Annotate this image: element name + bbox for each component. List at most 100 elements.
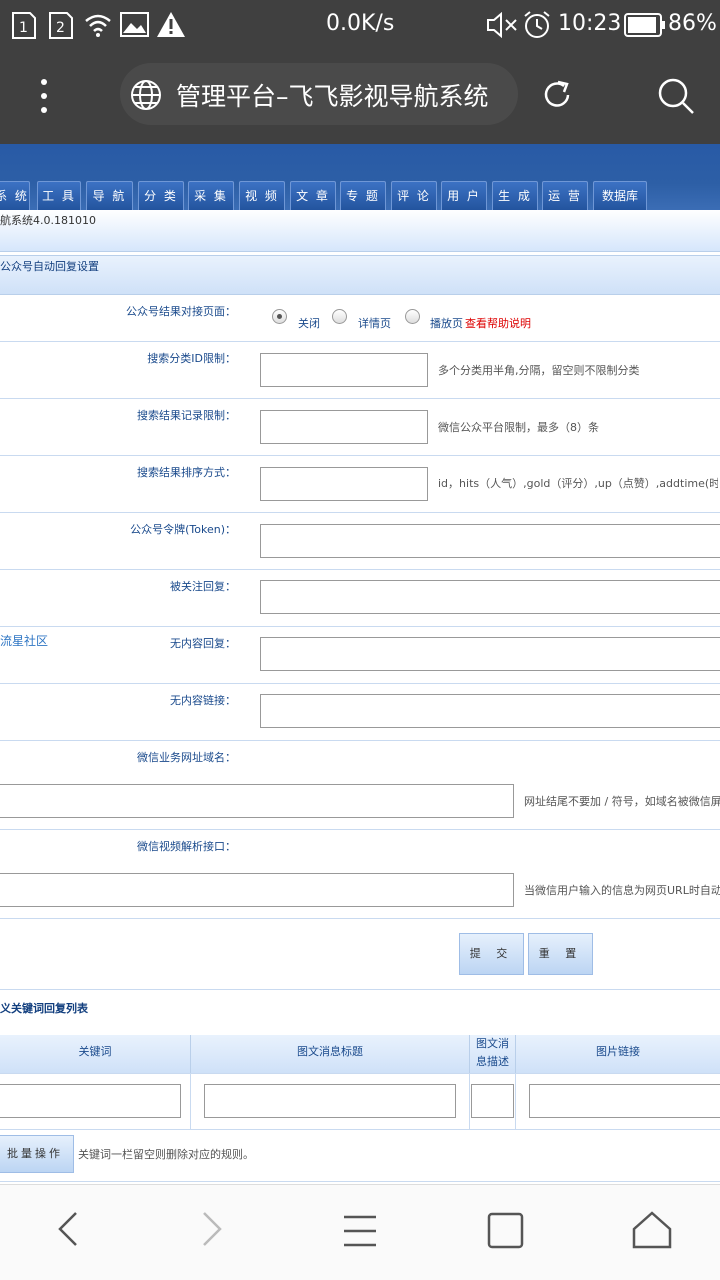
tab-generate[interactable]: 生 成 [492,181,538,210]
radio-play[interactable] [405,309,420,324]
form-row-follow: 被关注回复： [0,570,720,627]
batch-button[interactable]: 批量操作 [0,1135,74,1173]
tabs-icon[interactable] [486,1211,526,1251]
form-row-order: 搜索结果排序方式： id，hits（人气）,gold（评分）,up（点赞）,ad… [0,456,720,513]
menu-dots-icon[interactable] [38,78,50,114]
sim1-icon: 1 [12,12,36,39]
alarm-icon [524,11,550,38]
tab-user[interactable]: 用 户 [441,181,487,210]
refresh-icon[interactable] [540,78,574,112]
wifi-icon [85,14,111,37]
limit-hint: 微信公众平台限制，最多（8）条 [438,421,599,434]
follow-input[interactable] [260,580,720,614]
section-title: 公众号自动回复设置 [0,260,99,273]
clock: 10:23 [558,11,622,36]
follow-label: 被关注回复： [170,580,236,593]
home-icon[interactable] [630,1209,674,1251]
svg-text:2: 2 [56,20,65,36]
col-desc: 图文消 息描述 [470,1035,516,1073]
title-input[interactable] [204,1084,456,1118]
form-row-actions: 提 交 重 置 [0,919,720,990]
col-pic: 图片链接 [516,1035,720,1073]
result-label: 公众号结果对接页面： [126,305,236,318]
sim2-icon: 2 [49,12,73,39]
radio-play-label: 播放页 [430,317,463,330]
cid-label: 搜索分类ID限制： [147,352,236,365]
tab-tools[interactable]: 工 具 [37,181,81,210]
forward-icon[interactable] [196,1209,228,1249]
tab-topic[interactable]: 专 题 [340,181,386,210]
tab-operation[interactable]: 运 营 [542,181,588,210]
tab-video[interactable]: 视 频 [239,181,285,210]
col-desc-line1: 图文消 [476,1037,509,1050]
globe-icon [131,80,161,110]
form-row-domain: 微信业务网址域名： 网址结尾不要加 / 符号，如域名被微信屏蔽 [0,741,720,830]
warning-icon [157,12,185,37]
domain-label: 微信业务网址域名： [137,751,236,764]
radio-detail[interactable] [332,309,347,324]
order-hint: id，hits（人气）,gold（评分）,up（点赞）,addtime(时间) [438,477,718,490]
browser-toolbar: 管理平台–飞飞影视导航系统 [0,50,720,144]
reset-button[interactable]: 重 置 [528,933,593,975]
browser-bottom-nav [0,1184,720,1280]
admin-header: 系 统 工 具 导 航 分 类 采 集 视 频 文 章 专 题 评 论 用 户 … [0,144,720,210]
nocontent-input[interactable] [260,637,720,671]
domain-input[interactable] [0,784,514,818]
page-title: 管理平台–飞飞影视导航系统 [176,82,489,111]
radio-detail-label: 详情页 [358,317,391,330]
form-row-result: 公众号结果对接页面： 关闭 详情页 播放页 查看帮助说明 [0,296,720,342]
community-link[interactable]: 流星社区 [0,632,48,649]
batch-row: 批量操作 关键词一栏留空则删除对应的规则。 [0,1130,720,1182]
battery-icon [624,13,665,37]
pic-input[interactable] [529,1084,720,1118]
keyword-row [0,1073,720,1130]
video-input[interactable] [0,873,514,907]
form-row-token: 公众号令牌(Token)： [0,513,720,570]
col-divider [515,1074,516,1130]
col-keyword: 关键词 [0,1035,191,1073]
help-link[interactable]: 查看帮助说明 [465,315,531,331]
image-icon [120,12,149,37]
form-row-cid: 搜索分类ID限制： 多个分类用半角,分隔，留空则不限制分类 [0,342,720,399]
submit-button[interactable]: 提 交 [459,933,524,975]
nolink-input[interactable] [260,694,720,728]
limit-input[interactable] [260,410,428,444]
svg-text:1: 1 [19,20,28,36]
back-icon[interactable] [52,1209,84,1249]
token-input[interactable] [260,524,720,558]
tab-comment[interactable]: 评 论 [391,181,437,210]
net-speed: 0.0K/s [326,11,395,36]
tab-collect[interactable]: 采 集 [188,181,234,210]
domain-hint: 网址结尾不要加 / 符号，如域名被微信屏蔽 [524,795,720,808]
version-bar: 航系统4.0.181010 [0,210,720,252]
status-bar: 1 2 0.0K/s 10:23 86% [0,0,720,50]
batch-hint: 关键词一栏留空则删除对应的规则。 [78,1148,254,1161]
form-row-limit: 搜索结果记录限制： 微信公众平台限制，最多（8）条 [0,399,720,456]
col-desc-line2: 息描述 [476,1055,509,1068]
nocontent-label: 无内容回复： [170,637,236,650]
form-row-video: 微信视频解析接口： 当微信用户输入的信息为网页URL时自动地 [0,830,720,919]
tab-article[interactable]: 文 章 [290,181,336,210]
battery-percent: 86% [668,11,717,36]
tab-category[interactable]: 分 类 [138,181,184,210]
cid-hint: 多个分类用半角,分隔，留空则不限制分类 [438,364,640,377]
cid-input[interactable] [260,353,428,387]
menu-icon[interactable] [340,1213,380,1249]
order-input[interactable] [260,467,428,501]
nolink-label: 无内容链接： [170,694,236,707]
tab-system[interactable]: 系 统 [0,181,30,210]
desc-input[interactable] [471,1084,514,1118]
keyword-section-title: 义关键词回复列表 [0,1002,88,1015]
radio-close-label: 关闭 [298,317,320,330]
col-divider [190,1074,191,1130]
keyword-input[interactable] [0,1084,181,1118]
radio-close[interactable] [272,309,287,324]
tab-database[interactable]: 数据库 [593,181,647,210]
limit-label: 搜索结果记录限制： [137,409,236,422]
order-label: 搜索结果排序方式： [137,466,236,479]
search-icon[interactable] [656,76,696,116]
token-label: 公众号令牌(Token)： [130,523,236,536]
col-title: 图文消息标题 [191,1035,470,1073]
version-text: 航系统4.0.181010 [0,214,96,227]
tab-nav[interactable]: 导 航 [86,181,133,210]
